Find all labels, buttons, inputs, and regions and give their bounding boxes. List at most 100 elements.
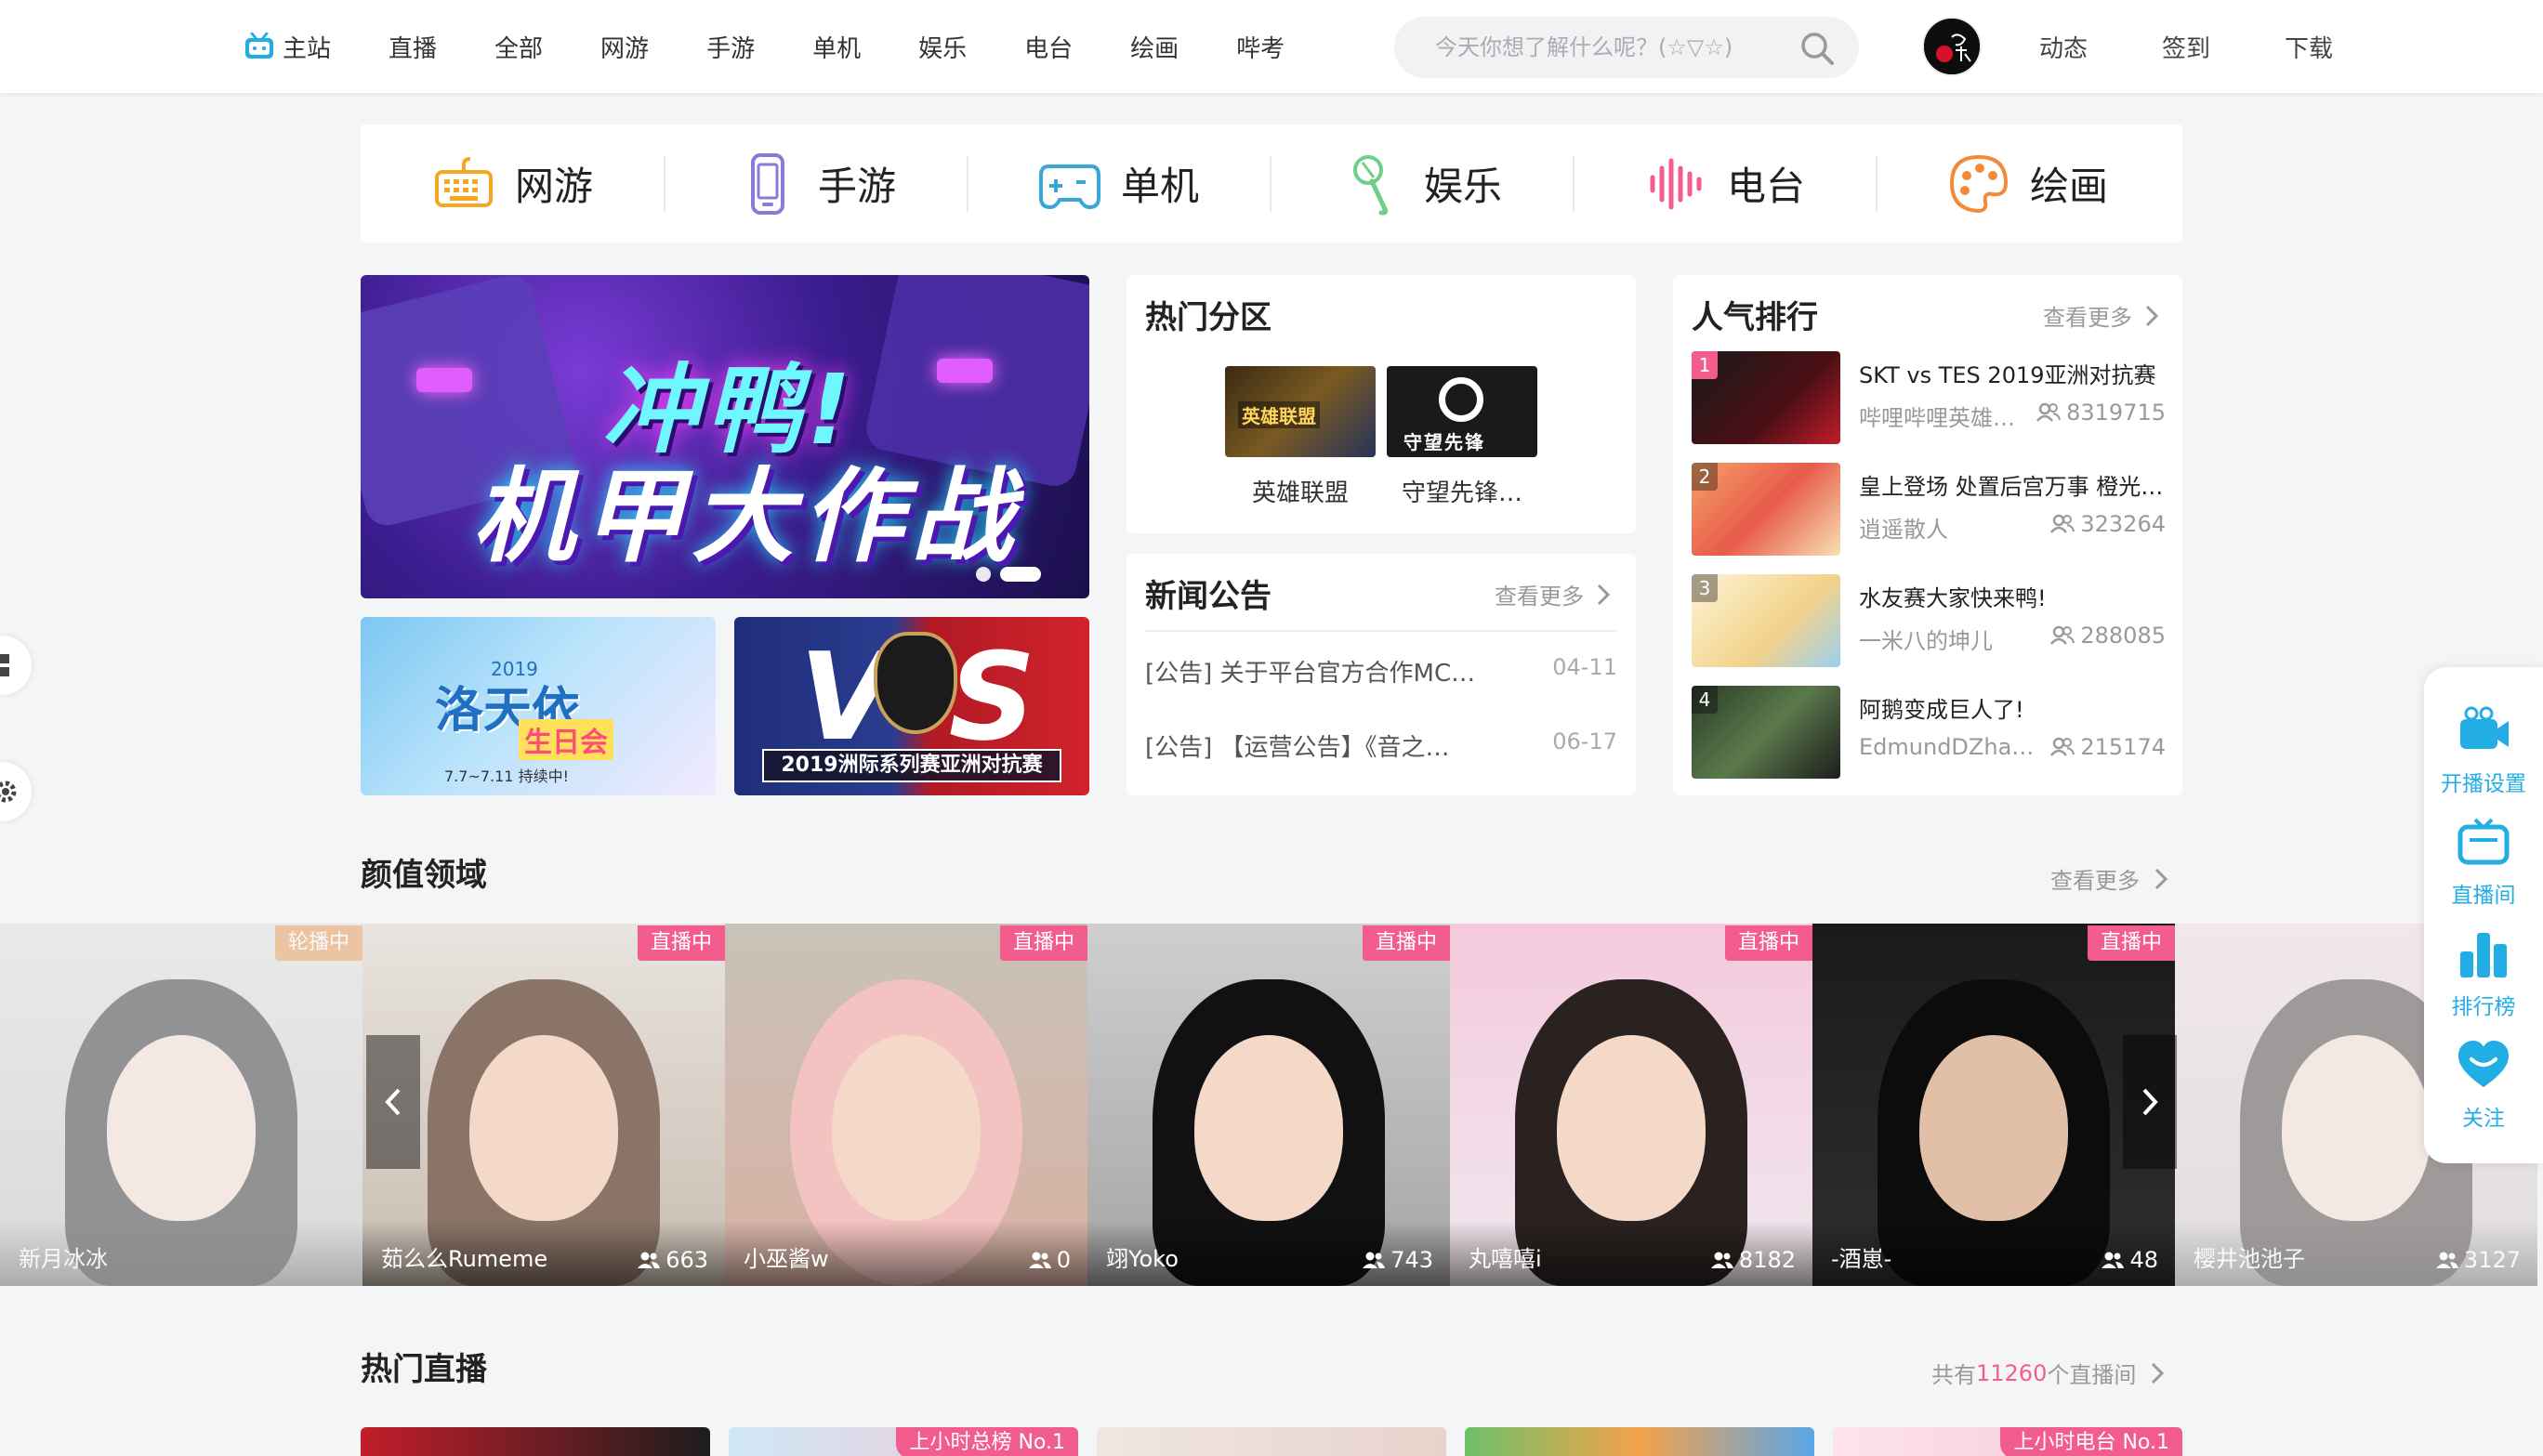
sub-banner-rift-rivals[interactable]: VS 2019洲际系列赛亚洲对抗赛: [734, 617, 1089, 795]
total-suffix: 个直播间: [2047, 1362, 2137, 1388]
pagination-dot[interactable]: [976, 567, 991, 582]
left-grid-tab[interactable]: [0, 636, 32, 695]
search-input[interactable]: [1435, 34, 1798, 60]
nav-all-link[interactable]: 全部: [494, 30, 543, 64]
live-card[interactable]: 上小时总榜 No.1: [729, 1427, 1078, 1456]
news-text: [公告] 【运营公告】《音之…: [1145, 734, 1450, 762]
main-banner[interactable]: 冲鸭! 机甲大作战: [361, 275, 1089, 598]
checkin-link[interactable]: 签到: [2162, 30, 2210, 64]
dynamics-link[interactable]: 动态: [2039, 30, 2088, 64]
ranking-streamer: 逍遥散人: [1859, 517, 1948, 543]
download-link[interactable]: 下载: [2285, 30, 2333, 64]
people-icon: [2435, 1252, 2458, 1268]
nav-drawing-link[interactable]: 绘画: [1130, 30, 1179, 64]
ranking-item[interactable]: 1 SKT vs TES 2019亚洲对抗赛 哔哩哔哩英雄… 8319715: [1692, 351, 2166, 444]
hot-section-overwatch[interactable]: 守望先锋 守望先锋…: [1387, 366, 1537, 508]
total-prefix: 共有: [1931, 1362, 1976, 1388]
category-online-games[interactable]: 网游: [361, 125, 664, 243]
more-label: 查看更多: [2043, 305, 2132, 331]
side-item-label: 直播间: [2451, 884, 2516, 908]
viewer-count: 288085: [2080, 623, 2166, 649]
viewer-count-group: 48: [2102, 1247, 2158, 1273]
streamer-card[interactable]: 直播中 丸嘻嘻i 8182: [1450, 924, 1812, 1286]
live-card[interactable]: [1465, 1427, 1814, 1456]
live-card[interactable]: 上小时电台 No.1: [1833, 1427, 2182, 1456]
viewer-count: 323264: [2080, 511, 2166, 537]
people-icon: [1710, 1252, 1733, 1268]
phone-icon: [750, 152, 784, 215]
ranking-item-title: SKT vs TES 2019亚洲对抗赛: [1859, 362, 2156, 388]
ranking-item[interactable]: 3 水友赛大家快来鸭! 一米八的坤儿 288085: [1692, 574, 2166, 667]
chevron-left-icon: [385, 1088, 401, 1116]
streamer-card[interactable]: 直播中 翊Yoko 743: [1087, 924, 1450, 1286]
ranking-viewers: 215174: [2050, 734, 2166, 760]
nav-mobile-games-link[interactable]: 手游: [706, 30, 755, 64]
carousel-prev-button[interactable]: [366, 1035, 420, 1169]
chevron-right-icon: [2145, 305, 2159, 326]
carousel-next-button[interactable]: [2123, 1035, 2177, 1169]
overwatch-logo-icon: [1439, 377, 1483, 422]
robot-eye-decoration: [416, 368, 472, 392]
people-icon: [2050, 625, 2075, 645]
ranking-item[interactable]: 2 皇上登场 处置后宫万事 橙光… 逍遥散人 323264: [1692, 463, 2166, 556]
grid-icon: [0, 654, 9, 676]
side-leaderboard[interactable]: 排行榜: [2424, 927, 2543, 1020]
floating-side-panel: 开播设置 直播间 排行榜 关注: [2424, 667, 2543, 1163]
side-start-broadcast[interactable]: 开播设置: [2424, 704, 2543, 797]
streamer-name: 小巫酱w: [744, 1246, 829, 1272]
status-badge: 直播中: [1362, 925, 1450, 961]
side-live-room[interactable]: 直播间: [2424, 816, 2543, 909]
ranking-item-title: 阿鹅变成巨人了!: [1859, 697, 2024, 723]
category-entertainment[interactable]: 娱乐: [1270, 125, 1573, 243]
category-label: 单机: [1120, 164, 1199, 209]
nav-entertainment-link[interactable]: 娱乐: [918, 30, 967, 64]
news-item[interactable]: [公告] 关于平台官方合作MC… 04-11: [1145, 654, 1617, 689]
gear-icon: [0, 780, 17, 803]
rank-number: 1: [1692, 351, 1718, 379]
category-drawing[interactable]: 绘画: [1876, 125, 2179, 243]
hot-sections-card: 热门分区 英雄联盟 守望先锋 守望先锋…: [1127, 275, 1636, 533]
side-follow[interactable]: 关注: [2424, 1039, 2543, 1132]
status-badge: 直播中: [1724, 925, 1812, 961]
ranking-more-link[interactable]: 查看更多: [2043, 299, 2160, 332]
user-avatar[interactable]: [1922, 17, 1982, 76]
news-more-link[interactable]: 查看更多: [1495, 578, 1612, 610]
live-card[interactable]: [361, 1427, 710, 1456]
nav-online-games-link[interactable]: 网游: [600, 30, 649, 64]
category-label: 网游: [514, 164, 593, 209]
rank-tag: 上小时总榜 No.1: [896, 1427, 1078, 1456]
viewer-count-group: 743: [1363, 1247, 1433, 1273]
people-icon: [638, 1252, 661, 1268]
beauty-more-link[interactable]: 查看更多: [2050, 862, 2169, 895]
nav-home-link[interactable]: 主站: [244, 30, 331, 64]
nav-single-player-link[interactable]: 单机: [812, 30, 861, 64]
nav-radio-link[interactable]: 电台: [1024, 30, 1073, 64]
sub-banner-luotianyi[interactable]: 2019 洛天依 生日会 7.7~7.11 持续中!: [361, 617, 716, 795]
streamer-card[interactable]: 轮播中 新月冰冰: [0, 924, 362, 1286]
search-icon[interactable]: [1799, 31, 1835, 66]
category-single-player[interactable]: 单机: [967, 125, 1270, 243]
bar-chart-icon: [2460, 933, 2507, 977]
category-bar: 网游 手游 单机 娱乐 电台 绘画: [361, 125, 2182, 243]
top-navbar: 主站 直播 全部 网游 手游 单机 娱乐 电台 绘画 哔考 动态 签到 下载: [0, 0, 2543, 93]
streamer-cover-face: [1557, 1035, 1706, 1221]
people-icon: [1363, 1252, 1386, 1268]
live-card[interactable]: [1097, 1427, 1446, 1456]
category-mobile-games[interactable]: 手游: [664, 125, 967, 243]
chevron-right-icon: [2142, 1088, 2158, 1116]
hot-section-lol[interactable]: 英雄联盟: [1225, 366, 1376, 508]
lol-thumbnail: [1225, 366, 1376, 457]
streamer-card[interactable]: 直播中 -酒崽- 48: [1812, 924, 2175, 1286]
hot-live-total-link[interactable]: 共有 11260 个直播间: [1931, 1357, 2166, 1389]
bilibili-tv-icon: [245, 33, 273, 59]
nav-exam-link[interactable]: 哔考: [1236, 30, 1285, 64]
category-radio[interactable]: 电台: [1573, 125, 1876, 243]
streamer-name: -酒崽-: [1831, 1246, 1892, 1272]
ranking-item[interactable]: 4 阿鹅变成巨人了! EdmundDZhang 215174: [1692, 686, 2166, 779]
pagination-dot-active[interactable]: [1000, 567, 1041, 582]
side-item-label: 开播设置: [2441, 772, 2526, 796]
streamer-card[interactable]: 直播中 小巫酱w 0: [725, 924, 1087, 1286]
news-item[interactable]: [公告] 【运营公告】《音之… 06-17: [1145, 728, 1617, 763]
nav-live-link[interactable]: 直播: [389, 30, 437, 64]
left-settings-tab[interactable]: [0, 762, 32, 821]
